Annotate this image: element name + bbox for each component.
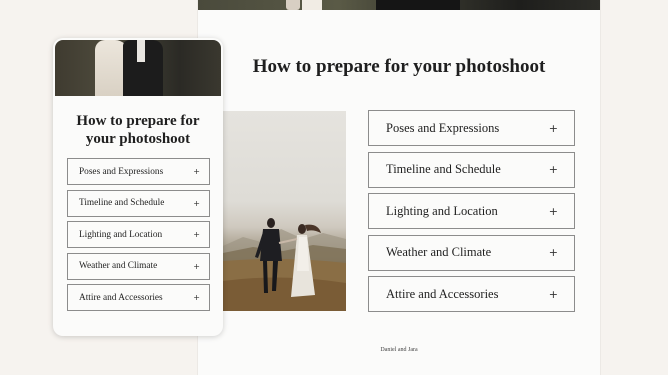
accordion-item-attire[interactable]: Attire and Accessories + [368, 276, 575, 312]
desktop-page: How to prepare for your photoshoot Poses… [198, 0, 600, 375]
accordion-label: Lighting and Location [79, 229, 163, 240]
accordion-item-weather[interactable]: Weather and Climate + [368, 234, 575, 271]
accordion-label: Attire and Accessories [386, 286, 499, 301]
plus-icon: + [193, 293, 200, 302]
mobile-page-title: How to prepare for your photoshoot [53, 112, 223, 148]
page-title: How to prepare for your photoshoot [252, 56, 546, 77]
mobile-preview: How to prepare for your photoshoot Poses… [53, 38, 223, 336]
title-line-2: your photoshoot [85, 131, 191, 147]
mobile-accordion-item-lighting[interactable]: Lighting and Location + [67, 221, 210, 248]
accordion-label: Timeline and Schedule [79, 198, 165, 208]
accordion-label: Timeline and Schedule [386, 162, 501, 176]
accordion-label: Weather and Climate [79, 261, 158, 271]
accordion-list: Poses and Expressions + Timeline and Sch… [368, 110, 575, 318]
mobile-accordion-item-attire[interactable]: Attire and Accessories + [67, 284, 210, 311]
plus-icon: + [548, 121, 558, 135]
accordion-item-lighting[interactable]: Lighting and Location + [368, 193, 575, 229]
plus-icon: + [193, 261, 200, 271]
plus-icon: + [548, 204, 558, 218]
plus-icon: + [193, 167, 200, 176]
photo-credit: Daniel and Jara [380, 347, 418, 353]
accordion-label: Attire and Accessories [79, 292, 163, 303]
accordion-label: Lighting and Location [386, 203, 498, 218]
mobile-accordion-item-weather[interactable]: Weather and Climate + [67, 252, 210, 280]
plus-icon: + [548, 246, 558, 259]
hero-image [198, 0, 600, 10]
couple-photo [223, 111, 346, 311]
title-line-1: How to prepare for [76, 113, 200, 129]
plus-icon: + [193, 230, 200, 239]
mobile-accordion-list: Poses and Expressions + Timeline and Sch… [67, 158, 210, 316]
mobile-accordion-item-timeline[interactable]: Timeline and Schedule + [67, 189, 210, 217]
accordion-label: Poses and Expressions [386, 120, 500, 135]
plus-icon: + [548, 287, 558, 301]
accordion-item-timeline[interactable]: Timeline and Schedule + [368, 151, 575, 188]
accordion-item-poses[interactable]: Poses and Expressions + [368, 110, 575, 146]
mobile-hero-image [55, 40, 221, 96]
plus-icon: + [193, 198, 200, 208]
accordion-label: Poses and Expressions [79, 166, 164, 177]
accordion-label: Weather and Climate [386, 245, 492, 259]
mobile-accordion-item-poses[interactable]: Poses and Expressions + [67, 158, 210, 185]
plus-icon: + [548, 163, 558, 176]
